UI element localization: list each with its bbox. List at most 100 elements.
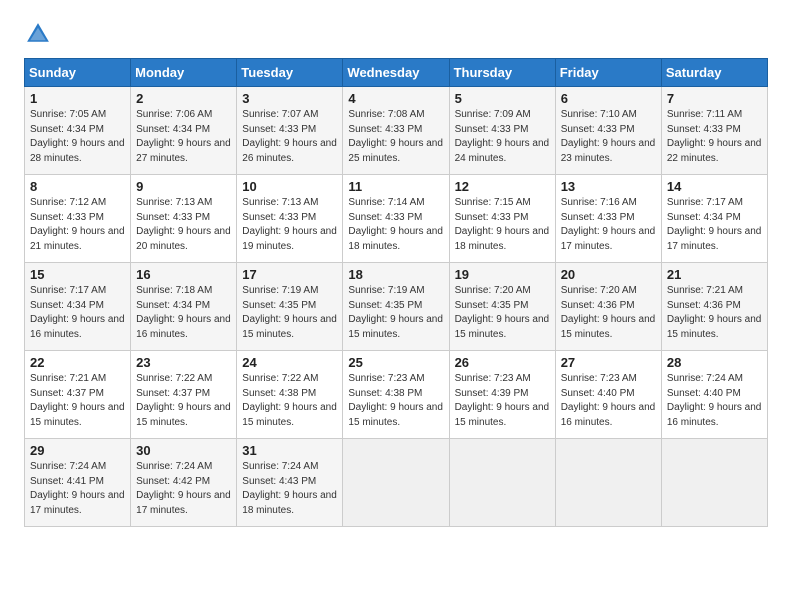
day-info: Sunrise: 7:20 AMSunset: 4:35 PMDaylight:… (455, 284, 550, 342)
day-number: 23 (136, 355, 231, 370)
calendar-week-row: 1 Sunrise: 7:05 AMSunset: 4:34 PMDaylight… (25, 87, 768, 175)
calendar-week-row: 15 Sunrise: 7:17 AMSunset: 4:34 PMDayligh… (25, 263, 768, 351)
calendar-week-row: 29 Sunrise: 7:24 AMSunset: 4:41 PMDayligh… (25, 439, 768, 527)
calendar-cell: 19 Sunrise: 7:20 AMSunset: 4:35 PMDayligh… (449, 263, 555, 351)
day-header-tuesday: Tuesday (237, 59, 343, 87)
day-info: Sunrise: 7:09 AMSunset: 4:33 PMDaylight:… (455, 108, 550, 166)
calendar-cell: 16 Sunrise: 7:18 AMSunset: 4:34 PMDayligh… (131, 263, 237, 351)
calendar-cell: 24Sunrise: 7:22 AMSunset: 4:38 PMDayligh… (237, 351, 343, 439)
day-number: 22 (30, 355, 125, 370)
day-info: Sunrise: 7:19 AMSunset: 4:35 PMDaylight:… (242, 284, 337, 342)
calendar-cell: 9Sunrise: 7:13 AMSunset: 4:33 PMDaylight… (131, 175, 237, 263)
day-number: 2 (136, 91, 231, 106)
day-info: Sunrise: 7:23 AMSunset: 4:39 PMDaylight:… (455, 372, 550, 430)
day-info: Sunrise: 7:24 AMSunset: 4:42 PMDaylight:… (136, 460, 231, 518)
day-info: Sunrise: 7:17 AMSunset: 4:34 PMDaylight:… (30, 284, 125, 342)
calendar-cell: 5Sunrise: 7:09 AMSunset: 4:33 PMDaylight… (449, 87, 555, 175)
day-info: Sunrise: 7:14 AMSunset: 4:33 PMDaylight:… (348, 196, 443, 254)
day-number: 16 (136, 267, 231, 282)
calendar-cell: 12 Sunrise: 7:15 AMSunset: 4:33 PMDayligh… (449, 175, 555, 263)
day-info: Sunrise: 7:19 AMSunset: 4:35 PMDaylight:… (348, 284, 443, 342)
day-info: Sunrise: 7:21 AMSunset: 4:36 PMDaylight:… (667, 284, 762, 342)
day-info: Sunrise: 7:06 AMSunset: 4:34 PMDaylight:… (136, 108, 231, 166)
day-number: 30 (136, 443, 231, 458)
day-info: Sunrise: 7:12 AMSunset: 4:33 PMDaylight:… (30, 196, 125, 254)
calendar-cell: 11 Sunrise: 7:14 AMSunset: 4:33 PMDayligh… (343, 175, 449, 263)
calendar-cell: 26Sunrise: 7:23 AMSunset: 4:39 PMDayligh… (449, 351, 555, 439)
day-number: 4 (348, 91, 443, 106)
day-number: 11 (348, 179, 443, 194)
calendar-cell: 29 Sunrise: 7:24 AMSunset: 4:41 PMDayligh… (25, 439, 131, 527)
calendar-cell: 4Sunrise: 7:08 AMSunset: 4:33 PMDaylight… (343, 87, 449, 175)
calendar-cell: 8 Sunrise: 7:12 AMSunset: 4:33 PMDaylight… (25, 175, 131, 263)
day-header-friday: Friday (555, 59, 661, 87)
day-number: 7 (667, 91, 762, 106)
day-info: Sunrise: 7:18 AMSunset: 4:34 PMDaylight:… (136, 284, 231, 342)
day-number: 3 (242, 91, 337, 106)
day-number: 1 (30, 91, 125, 106)
calendar-cell: 28Sunrise: 7:24 AMSunset: 4:40 PMDayligh… (661, 351, 767, 439)
day-header-saturday: Saturday (661, 59, 767, 87)
day-info: Sunrise: 7:20 AMSunset: 4:36 PMDaylight:… (561, 284, 656, 342)
day-info: Sunrise: 7:23 AMSunset: 4:40 PMDaylight:… (561, 372, 656, 430)
day-info: Sunrise: 7:24 AMSunset: 4:41 PMDaylight:… (30, 460, 125, 518)
day-info: Sunrise: 7:22 AMSunset: 4:37 PMDaylight:… (136, 372, 231, 430)
day-info: Sunrise: 7:21 AMSunset: 4:37 PMDaylight:… (30, 372, 125, 430)
day-header-monday: Monday (131, 59, 237, 87)
calendar-cell: 2 Sunrise: 7:06 AMSunset: 4:34 PMDaylight… (131, 87, 237, 175)
day-number: 12 (455, 179, 550, 194)
calendar-cell: 20 Sunrise: 7:20 AMSunset: 4:36 PMDayligh… (555, 263, 661, 351)
day-number: 17 (242, 267, 337, 282)
day-info: Sunrise: 7:17 AMSunset: 4:34 PMDaylight:… (667, 196, 762, 254)
day-number: 10 (242, 179, 337, 194)
logo (24, 20, 56, 48)
calendar-cell: 23 Sunrise: 7:22 AMSunset: 4:37 PMDayligh… (131, 351, 237, 439)
calendar-cell: 1 Sunrise: 7:05 AMSunset: 4:34 PMDaylight… (25, 87, 131, 175)
day-number: 14 (667, 179, 762, 194)
calendar-cell (661, 439, 767, 527)
day-info: Sunrise: 7:16 AMSunset: 4:33 PMDaylight:… (561, 196, 656, 254)
calendar-cell: 18Sunrise: 7:19 AMSunset: 4:35 PMDayligh… (343, 263, 449, 351)
day-header-wednesday: Wednesday (343, 59, 449, 87)
calendar-cell: 30 Sunrise: 7:24 AMSunset: 4:42 PMDayligh… (131, 439, 237, 527)
day-number: 6 (561, 91, 656, 106)
calendar-table: SundayMondayTuesdayWednesdayThursdayFrid… (24, 58, 768, 527)
day-number: 13 (561, 179, 656, 194)
calendar-cell: 10 Sunrise: 7:13 AMSunset: 4:33 PMDayligh… (237, 175, 343, 263)
calendar-cell: 13 Sunrise: 7:16 AMSunset: 4:33 PMDayligh… (555, 175, 661, 263)
header (24, 20, 768, 48)
calendar-cell: 14 Sunrise: 7:17 AMSunset: 4:34 PMDayligh… (661, 175, 767, 263)
day-info: Sunrise: 7:11 AMSunset: 4:33 PMDaylight:… (667, 108, 762, 166)
day-info: Sunrise: 7:13 AMSunset: 4:33 PMDaylight:… (242, 196, 337, 254)
day-number: 24 (242, 355, 337, 370)
day-info: Sunrise: 7:10 AMSunset: 4:33 PMDaylight:… (561, 108, 656, 166)
day-number: 19 (455, 267, 550, 282)
calendar-cell (449, 439, 555, 527)
day-number: 28 (667, 355, 762, 370)
calendar-cell: 15 Sunrise: 7:17 AMSunset: 4:34 PMDayligh… (25, 263, 131, 351)
day-number: 8 (30, 179, 125, 194)
calendar-cell: 22 Sunrise: 7:21 AMSunset: 4:37 PMDayligh… (25, 351, 131, 439)
calendar-cell: 21 Sunrise: 7:21 AMSunset: 4:36 PMDayligh… (661, 263, 767, 351)
day-info: Sunrise: 7:23 AMSunset: 4:38 PMDaylight:… (348, 372, 443, 430)
day-info: Sunrise: 7:07 AMSunset: 4:33 PMDaylight:… (242, 108, 337, 166)
day-number: 29 (30, 443, 125, 458)
calendar-cell: 27Sunrise: 7:23 AMSunset: 4:40 PMDayligh… (555, 351, 661, 439)
day-header-sunday: Sunday (25, 59, 131, 87)
calendar-cell: 25Sunrise: 7:23 AMSunset: 4:38 PMDayligh… (343, 351, 449, 439)
day-number: 20 (561, 267, 656, 282)
calendar-cell: 6 Sunrise: 7:10 AMSunset: 4:33 PMDaylight… (555, 87, 661, 175)
day-number: 15 (30, 267, 125, 282)
day-header-thursday: Thursday (449, 59, 555, 87)
calendar-cell (343, 439, 449, 527)
day-number: 9 (136, 179, 231, 194)
calendar-cell (555, 439, 661, 527)
day-number: 21 (667, 267, 762, 282)
calendar-header-row: SundayMondayTuesdayWednesdayThursdayFrid… (25, 59, 768, 87)
day-info: Sunrise: 7:15 AMSunset: 4:33 PMDaylight:… (455, 196, 550, 254)
day-info: Sunrise: 7:05 AMSunset: 4:34 PMDaylight:… (30, 108, 125, 166)
calendar-cell: 17 Sunrise: 7:19 AMSunset: 4:35 PMDayligh… (237, 263, 343, 351)
calendar-cell: 7 Sunrise: 7:11 AMSunset: 4:33 PMDaylight… (661, 87, 767, 175)
day-number: 31 (242, 443, 337, 458)
logo-icon (24, 20, 52, 48)
